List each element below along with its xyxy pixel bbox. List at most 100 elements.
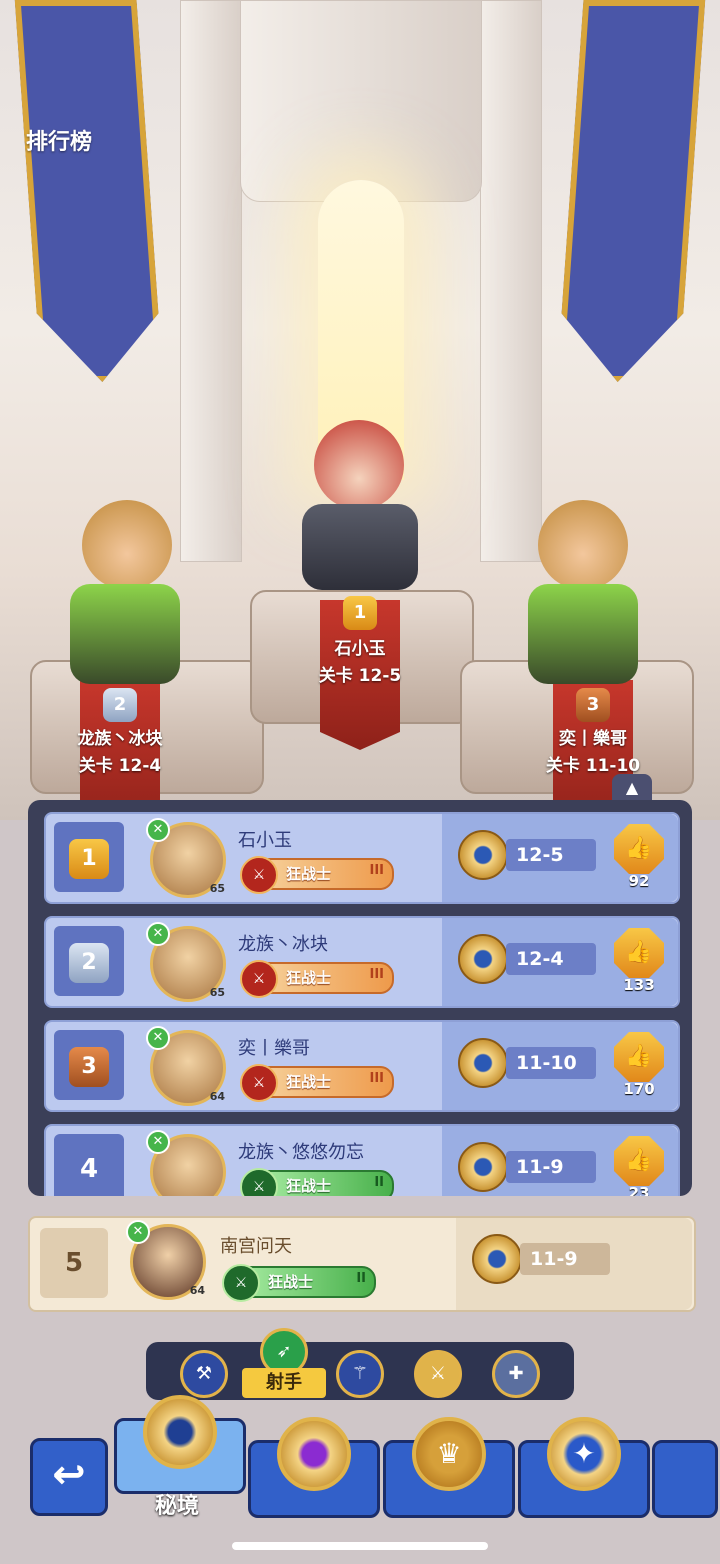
class-label: 狂战士 xyxy=(286,1073,332,1091)
leaderboard-row[interactable]: 2 65 ✕ 龙族丶冰块 ⚔ 狂战士 III 12-4 👍 133 xyxy=(44,916,680,1008)
berserker-icon: ⚔ xyxy=(240,1168,278,1196)
berserker-icon: ⚔ xyxy=(222,1264,260,1302)
player-level: 64 xyxy=(209,1090,225,1103)
add-friend-icon[interactable]: ✕ xyxy=(146,1130,170,1154)
podium-label-second: 龙族丶冰块 关卡 12-4 xyxy=(55,726,185,780)
page-title: 排行榜 xyxy=(26,130,93,155)
podium-name: 奕丨樂哥 xyxy=(559,729,627,749)
add-friend-icon[interactable]: ✕ xyxy=(146,922,170,946)
class-label: 狂战士 xyxy=(286,969,332,987)
class-filter-bar: ⚒ ➶ 射手 ⚚ ⚔ ✚ xyxy=(146,1328,574,1400)
class-label: 狂战士 xyxy=(286,865,332,883)
leaderboard-panel[interactable]: 1 65 ✕ 石小玉 ⚔ 狂战士 III 12-5 👍 92 2 65 ✕ 龙族… xyxy=(28,800,692,1196)
stage-cell: 11-9 xyxy=(456,1218,692,1310)
podium-label-third: 奕丨樂哥 关卡 11-10 xyxy=(528,726,658,780)
tab-secret-realm[interactable] xyxy=(114,1395,246,1494)
class-badge: ⚔ 狂战士 III xyxy=(240,1064,394,1102)
class-tier: III xyxy=(369,1071,384,1086)
leaderboard-row[interactable]: 1 65 ✕ 石小玉 ⚔ 狂战士 III 12-5 👍 92 xyxy=(44,812,680,904)
player-level: 65 xyxy=(209,882,225,895)
class-badge: ⚔ 狂战士 III xyxy=(240,856,394,894)
leaderboard-row[interactable]: 4 ✕ 龙族丶悠悠勿忘 ⚔ 狂战士 II 11-9 👍 23 xyxy=(44,1124,680,1196)
secret-realm-icon xyxy=(472,1234,522,1284)
add-friend-icon[interactable]: ✕ xyxy=(126,1220,150,1244)
filter-selected-label[interactable]: 射手 xyxy=(242,1368,326,1398)
banner-left xyxy=(15,0,164,382)
podium-name: 龙族丶冰块 xyxy=(77,729,163,749)
back-arrow-icon: ↩ xyxy=(52,1452,86,1498)
bottom-tab-bar: ↩ 秘境 ♛ ✦ xyxy=(0,1395,720,1520)
berserker-icon: ⚔ xyxy=(240,856,278,894)
stage-value: 12-5 xyxy=(506,839,596,871)
rank-cell: 4 xyxy=(54,1134,124,1196)
leaderboard-row[interactable]: 3 64 ✕ 奕丨樂哥 ⚔ 狂战士 III 11-10 👍 170 xyxy=(44,1020,680,1112)
staff-icon[interactable]: ⚚ xyxy=(336,1350,384,1398)
like-button[interactable]: 👍 xyxy=(614,824,664,874)
player-level: 64 xyxy=(189,1284,205,1297)
player-level: 65 xyxy=(209,986,225,999)
pillar xyxy=(480,0,542,562)
class-tier: III xyxy=(369,863,384,878)
class-tier: II xyxy=(374,1175,384,1190)
my-rank-row[interactable]: 5 64 ✕ 南宫问天 ⚔ 狂战士 II 11-9 xyxy=(28,1216,696,1312)
stage-cell: 12-4 👍 133 xyxy=(442,918,678,1006)
add-friend-icon[interactable]: ✕ xyxy=(146,1026,170,1050)
podium-stage: 关卡 12-4 xyxy=(78,756,162,776)
caret-up-icon: ▲ xyxy=(625,778,639,797)
rank-cell: 1 xyxy=(54,822,124,892)
stage-value: 11-10 xyxy=(506,1047,596,1079)
tab-star[interactable]: ✦ xyxy=(518,1417,650,1518)
holy-icon[interactable]: ✚ xyxy=(492,1350,540,1398)
like-button[interactable]: 👍 xyxy=(614,928,664,978)
stage-cell: 11-10 👍 170 xyxy=(442,1022,678,1110)
podium-name: 石小玉 xyxy=(334,639,386,659)
hero-third[interactable] xyxy=(510,500,670,690)
banner-right xyxy=(557,0,706,382)
like-button[interactable]: 👍 xyxy=(614,1136,664,1186)
hero-second[interactable] xyxy=(40,500,200,690)
class-label: 狂战士 xyxy=(268,1273,314,1291)
stage-cell: 11-9 👍 23 xyxy=(442,1126,678,1196)
rank-medal-icon: 2 xyxy=(69,943,109,983)
rank-cell: 5 xyxy=(40,1228,108,1298)
dagger-icon[interactable]: ⚔ xyxy=(414,1350,462,1398)
player-name: 龙族丶冰块 xyxy=(238,934,328,955)
like-button[interactable]: 👍 xyxy=(614,1032,664,1082)
thumbs-up-icon: 👍 xyxy=(625,940,653,965)
secret-realm-icon xyxy=(458,934,508,984)
like-count: 92 xyxy=(628,872,650,890)
tab-crown[interactable]: ♛ xyxy=(383,1417,515,1518)
secret-realm-icon xyxy=(143,1395,217,1469)
berserker-icon: ⚔ xyxy=(240,960,278,998)
like-count: 170 xyxy=(623,1080,655,1098)
hero-head xyxy=(538,500,628,590)
podium-stage: 关卡 12-5 xyxy=(318,666,402,686)
class-badge: ⚔ 狂战士 II xyxy=(222,1264,376,1302)
rank-medal-icon: 1 xyxy=(69,839,109,879)
rank-medal-2: 2 xyxy=(103,688,137,722)
hero-armor xyxy=(302,504,418,590)
stage-value: 11-9 xyxy=(506,1151,596,1183)
thumbs-up-icon: 👍 xyxy=(625,1148,653,1173)
hero-armor xyxy=(70,584,180,684)
class-label: 狂战士 xyxy=(286,1177,332,1195)
star-emblem-icon: ✦ xyxy=(547,1417,621,1491)
stage-value: 12-4 xyxy=(506,943,596,975)
back-button[interactable]: ↩ xyxy=(30,1438,108,1516)
tab-purple-eye[interactable] xyxy=(248,1417,380,1518)
class-badge: ⚔ 狂战士 II xyxy=(240,1168,394,1196)
hero-first[interactable] xyxy=(280,420,440,590)
thumbs-up-icon: 👍 xyxy=(625,836,653,861)
axe-icon[interactable]: ⚒ xyxy=(180,1350,228,1398)
add-friend-icon[interactable]: ✕ xyxy=(146,818,170,842)
secret-realm-icon xyxy=(458,1038,508,1088)
thumbs-up-icon: 👍 xyxy=(625,1044,653,1069)
tab-more[interactable] xyxy=(652,1440,718,1518)
collapse-button[interactable]: ▲ xyxy=(612,774,652,800)
hero-head xyxy=(314,420,404,510)
ranking-scene: 排行榜 2 1 3 龙族丶冰块 关卡 12-4 石小玉 关卡 12-5 奕丨樂哥… xyxy=(0,0,720,820)
secret-realm-icon xyxy=(458,1142,508,1192)
rank-cell: 2 xyxy=(54,926,124,996)
like-count: 133 xyxy=(623,976,655,994)
rank-cell: 3 xyxy=(54,1030,124,1100)
